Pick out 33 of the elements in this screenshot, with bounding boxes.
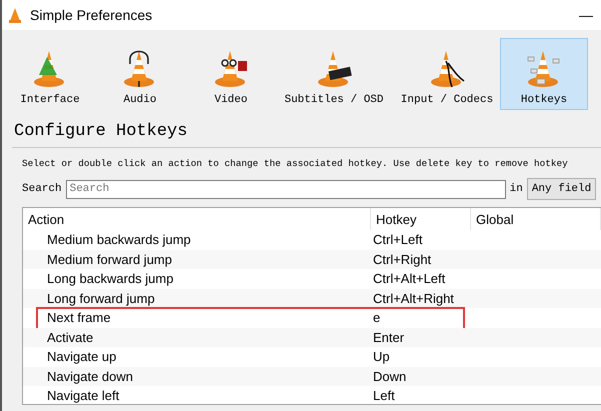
table-cell: Navigate up [47, 349, 116, 364]
table-cell: Ctrl+Alt+Left [373, 271, 446, 286]
traffic-cone-icon [8, 7, 22, 23]
table-cell: Activate [47, 330, 94, 345]
category-tab[interactable]: Input / Codecs [396, 38, 498, 110]
category-tab[interactable]: Hotkeys [500, 38, 588, 110]
category-tab[interactable]: Interface [10, 38, 90, 110]
category-tab[interactable]: Audio [92, 38, 188, 110]
table-cell: Long backwards jump [47, 271, 174, 286]
table-cell: e [373, 310, 380, 326]
table-cell: Up [373, 349, 390, 364]
table-cell: Left [373, 388, 395, 404]
table-cell: Ctrl+Alt+Right [373, 290, 454, 306]
search-field[interactable]: Search [66, 180, 506, 198]
table-cell: Ctrl+Right [373, 252, 432, 267]
category-tab[interactable]: Subtitles / OSD [274, 38, 394, 110]
window-title: Simple Preferences [30, 7, 154, 23]
table-cell: Medium forward jump [47, 252, 172, 267]
instruction-text: Select or double click an action to change the associated hotkey. Use delete key to remove hotkey [21, 158, 569, 171]
table-cell: Down [373, 368, 406, 384]
table-cell: Navigate down [47, 368, 133, 384]
table-cell: Ctrl+Left [373, 232, 422, 248]
table-cell: Medium backwards jump [47, 232, 191, 248]
section-heading: Configure Hotkeys [13, 121, 188, 143]
table-cell: Next frame [47, 310, 111, 326]
minimize-button[interactable]: — [579, 7, 593, 23]
category-tab[interactable]: Video [190, 38, 272, 110]
search-label: Search [22, 183, 62, 195]
table-cell: Long forward jump [47, 290, 155, 306]
table-cell: Navigate left [47, 388, 120, 404]
table-cell: Enter [373, 330, 404, 345]
in-label: in [510, 183, 523, 195]
field-dropdown[interactable]: Any field [526, 178, 596, 200]
